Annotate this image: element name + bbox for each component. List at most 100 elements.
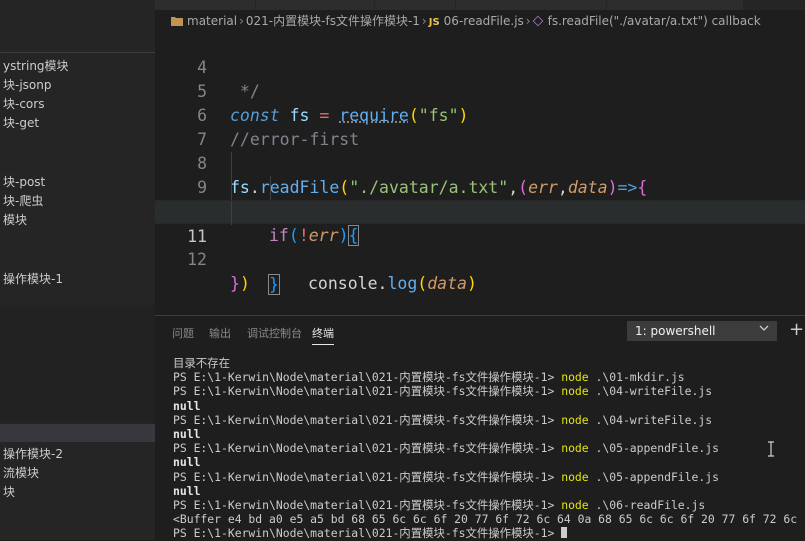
code-line-6[interactable]: 6 //error-first (155, 80, 805, 149)
terminal-line: PS E:\1-Kerwin\Node\material\021-内置模块-fs… (173, 413, 798, 427)
editor-tab[interactable] (256, 0, 375, 10)
explorer-sidebar: ystring模块 块-jsonp 块-cors 块-get 块-post 块-爬虫 模块操… (0, 0, 155, 540)
indent-guide (231, 201, 232, 225)
breadcrumb: material › 021-内置模块-fs文件操作模块-1 › JS 06-readFi… (155, 10, 805, 32)
add-terminal-icon[interactable]: + (789, 320, 804, 340)
terminal-prompt: PS E:\1-Kerwin\Node\material\021-内置模块-fs… (173, 370, 562, 385)
terminal-argument: .\01-mkdir.js (588, 370, 685, 385)
terminal-line: PS E:\1-Kerwin\Node\material\021-内置模块-fs… (173, 370, 798, 384)
chevron-down-icon (759, 321, 769, 341)
terminal-argument: .\05-appendFile.js (588, 469, 719, 484)
sidebar-item[interactable]: 流模块 (0, 463, 155, 483)
code-line-7[interactable]: 7 (155, 104, 805, 149)
code-line-5[interactable]: 5 const fs = require("fs") (155, 56, 805, 125)
text-cursor-icon (768, 441, 774, 457)
terminal-prompt: PS E:\1-Kerwin\Node\material\021-内置模块-fs… (173, 469, 562, 484)
sidebar-item[interactable]: 块-post (0, 172, 155, 192)
variable-token: console (308, 274, 378, 293)
indent-guide (270, 176, 271, 200)
terminal-null-output: null (173, 455, 201, 470)
terminal-null-output: null (173, 426, 201, 441)
breadcrumb-subfolder[interactable]: 021-内置模块-fs文件操作模块-1 (246, 14, 420, 28)
terminal-argument: .\04-writeFile.js (588, 412, 713, 427)
terminal-command: node (561, 469, 589, 484)
sidebar-item[interactable]: 块-jsonp (0, 75, 155, 95)
terminal-argument: .\05-appendFile.js (588, 441, 719, 456)
terminal-command: node (561, 370, 589, 385)
terminal-line: PS E:\1-Kerwin\Node\material\021-内置模块-fs… (173, 498, 798, 512)
terminal-line: null (173, 484, 798, 498)
method-symbol-icon (532, 15, 543, 27)
code-line-10[interactable]: 10 console.log(data) (155, 176, 805, 293)
sidebar-item[interactable]: 块 (0, 482, 155, 502)
sidebar-selected-row[interactable] (0, 424, 155, 442)
terminal-output-text: 目录不存在 (173, 356, 230, 370)
editor-tab[interactable] (456, 0, 607, 10)
terminal-output[interactable]: 目录不存在 PS E:\1-Kerwin\Node\material\021-内置… (173, 356, 798, 540)
code-text: console.log(data) (308, 274, 477, 293)
sidebar-item[interactable]: 操作模块-2 (0, 444, 155, 464)
sidebar-item[interactable]: 模块 (0, 210, 155, 230)
terminal-prompt: PS E:\1-Kerwin\Node\material\021-内置模块-fs… (173, 441, 562, 456)
tab-problems[interactable]: 问题 (172, 324, 194, 344)
indent-guide (231, 176, 232, 200)
tab-terminal[interactable]: 终端 (312, 324, 334, 345)
terminal-prompt: PS E:\1-Kerwin\Node\material\021-内置模块-fs… (173, 526, 562, 541)
sidebar-item[interactable]: 块-cors (0, 94, 155, 114)
indent-guide (231, 152, 232, 176)
editor-tab-bar (155, 0, 805, 10)
code-line-8[interactable]: 8 fs.readFile("./avatar/a.txt",(err,data… (155, 128, 805, 197)
terminal-line: null (173, 427, 798, 441)
terminal-line: null (173, 455, 798, 469)
javascript-file-icon: JS (428, 17, 440, 28)
breadcrumb-symbol[interactable]: fs.readFile("./avatar/a.txt") callback (548, 14, 761, 28)
editor-tab[interactable] (375, 0, 456, 10)
tab-output[interactable]: 输出 (209, 324, 231, 344)
terminal-line: null (173, 399, 798, 413)
sidebar-lower-section (0, 305, 155, 423)
terminal-prompt: PS E:\1-Kerwin\Node\material\021-内置模块-fs… (173, 497, 562, 512)
terminal-command: node (561, 497, 589, 512)
terminal-line: <Buffer e4 bd a0 e5 a5 bd 68 65 6c 6c 6f… (173, 512, 798, 526)
bottom-panel: 问题 输出 调试控制台 终端 1: powershell + 目录不存在 PS E… (155, 315, 805, 541)
breadcrumb-separator-icon: › (525, 14, 531, 28)
terminal-line: 目录不存在 (173, 356, 798, 370)
terminal-line: PS E:\1-Kerwin\Node\material\021-内置模块-fs… (173, 470, 798, 484)
terminal-prompt: PS E:\1-Kerwin\Node\material\021-内置模块-fs… (173, 412, 562, 427)
terminal-null-output: null (173, 483, 201, 498)
sidebar-item[interactable]: 块-get (0, 113, 155, 133)
terminal-argument: .\06-readFile.js (588, 497, 706, 512)
terminal-command: node (561, 412, 589, 427)
terminal-select-value: 1: powershell (635, 324, 716, 338)
code-editor[interactable]: 4 */ 5 const fs = require("fs") 6 //erro… (155, 32, 805, 315)
terminal-cursor (561, 527, 568, 539)
sidebar-item[interactable]: ystring模块 (0, 56, 155, 76)
sidebar-item[interactable]: 块-爬虫 (0, 191, 155, 211)
code-line-9[interactable]: 9 if(!err){ (155, 152, 805, 246)
breadcrumb-separator-icon: › (239, 14, 244, 28)
code-line-11-current[interactable]: 11 } (155, 200, 805, 295)
terminal-select-dropdown[interactable]: 1: powershell (627, 321, 777, 341)
terminal-line: PS E:\1-Kerwin\Node\material\021-内置模块-fs… (173, 441, 798, 455)
tab-debug-console[interactable]: 调试控制台 (247, 324, 302, 344)
terminal-command: node (561, 441, 589, 456)
terminal-output-text: <Buffer e4 bd a0 e5 a5 bd 68 65 6c 6c 6f… (173, 512, 798, 527)
terminal-prompt: PS E:\1-Kerwin\Node\material\021-内置模块-fs… (173, 384, 562, 399)
terminal-line: PS E:\1-Kerwin\Node\material\021-内置模块-fs… (173, 384, 798, 398)
folder-icon (171, 11, 183, 26)
editor-tab[interactable] (155, 0, 256, 10)
editor-tab[interactable] (607, 0, 744, 10)
code-line-12[interactable]: 12 }) (155, 224, 805, 293)
code-text: }) (230, 274, 250, 293)
sidebar-header (0, 0, 155, 53)
terminal-argument: .\04-writeFile.js (588, 384, 713, 399)
parameter-token: data (427, 274, 467, 293)
function-token: log (387, 274, 418, 293)
breadcrumb-separator-icon: › (421, 14, 427, 28)
breadcrumb-file[interactable]: 06-readFile.js (444, 14, 524, 28)
breadcrumb-folder[interactable]: material (187, 14, 237, 28)
sidebar-item[interactable]: 操作模块-1 (0, 269, 155, 289)
code-line-4[interactable]: 4 */ (155, 32, 805, 101)
terminal-command: node (561, 384, 589, 399)
code-text: } (268, 274, 280, 295)
